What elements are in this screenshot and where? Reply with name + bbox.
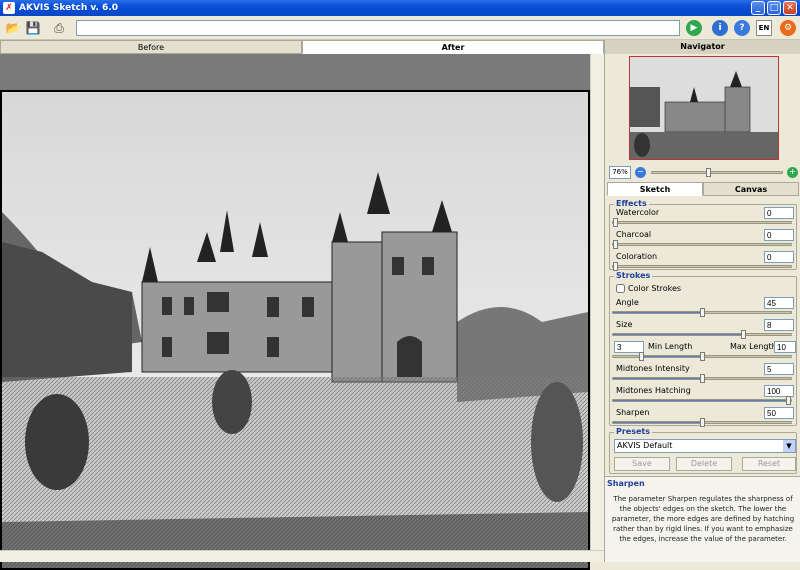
- strokes-group: Strokes Color Strokes Angle Size Min Len…: [609, 271, 797, 427]
- horizontal-scrollbar[interactable]: [0, 550, 604, 562]
- strokes-title: Strokes: [614, 271, 653, 280]
- zoom-slider[interactable]: [651, 168, 783, 177]
- param-label: Charcoal: [616, 230, 652, 239]
- size-label: Size: [616, 320, 633, 329]
- presets-select[interactable]: AKVIS Default ▼: [614, 439, 796, 453]
- minimize-button[interactable]: _: [751, 1, 765, 15]
- min-length-thumb[interactable]: [639, 352, 645, 361]
- image-canvas[interactable]: [0, 54, 604, 570]
- charcoal-input[interactable]: [764, 229, 794, 241]
- midtones-intensity-label: Midtones Intensity: [616, 364, 690, 373]
- navigator-thumbnail[interactable]: [629, 56, 779, 160]
- angle-input[interactable]: [764, 297, 794, 309]
- param-row-watercolor: Watercolor: [614, 207, 796, 219]
- size-row: Size: [614, 319, 796, 331]
- maximize-button[interactable]: □: [767, 1, 781, 15]
- color-strokes-row: Color Strokes: [614, 283, 796, 295]
- zoom-out-icon[interactable]: −: [635, 167, 646, 178]
- reset-preset-button[interactable]: Reset: [742, 457, 796, 471]
- preferences-icon[interactable]: ⚙: [780, 20, 796, 36]
- sketch-image: [0, 90, 590, 570]
- view-tabs: Before After: [0, 40, 604, 54]
- color-strokes-checkbox[interactable]: [616, 284, 625, 293]
- language-button[interactable]: EN: [756, 20, 772, 36]
- zoom-in-icon[interactable]: +: [787, 167, 798, 178]
- run-button[interactable]: ▶: [686, 20, 702, 36]
- watercolor-slider[interactable]: [612, 218, 792, 227]
- panel-tabs: Sketch Canvas: [607, 182, 799, 196]
- zoom-slider-thumb[interactable]: [705, 168, 711, 177]
- info-icon[interactable]: i: [712, 20, 728, 36]
- midtones-intensity-slider[interactable]: [612, 374, 792, 383]
- settings-panel: Navigator 76% − + Sketch Canvas Effects …: [604, 40, 800, 562]
- angle-label: Angle: [616, 298, 639, 307]
- open-file-icon[interactable]: 📂: [4, 19, 22, 37]
- window-title: AKVIS Sketch v. 6.0: [19, 3, 119, 13]
- angle-slider[interactable]: [612, 308, 792, 317]
- zoom-row: 76% − +: [607, 166, 799, 180]
- size-slider[interactable]: [612, 330, 792, 339]
- length-range-slider[interactable]: [612, 352, 792, 361]
- sharpen-slider[interactable]: [612, 418, 792, 427]
- file-path-input[interactable]: [76, 20, 680, 36]
- charcoal-slider[interactable]: [612, 240, 792, 249]
- presets-group: Presets AKVIS Default ▼ Save Delete Rese…: [609, 427, 797, 474]
- coloration-input[interactable]: [764, 251, 794, 263]
- help-panel: Sharpen The parameter Sharpen regulates …: [605, 476, 800, 562]
- app-logo-icon: ✗: [3, 2, 15, 14]
- tab-before[interactable]: Before: [0, 40, 302, 54]
- close-button[interactable]: ✕: [783, 1, 797, 15]
- size-input[interactable]: [764, 319, 794, 331]
- zoom-value[interactable]: 76%: [609, 166, 631, 179]
- chevron-down-icon[interactable]: ▼: [783, 440, 795, 452]
- watercolor-input[interactable]: [764, 207, 794, 219]
- save-file-icon[interactable]: 💾: [24, 19, 42, 37]
- coloration-slider[interactable]: [612, 262, 792, 271]
- delete-preset-button[interactable]: Delete: [676, 457, 732, 471]
- sharpen-input[interactable]: [764, 407, 794, 419]
- tab-after[interactable]: After: [302, 40, 604, 54]
- tab-sketch[interactable]: Sketch: [607, 182, 703, 196]
- midtones-hatching-row: Midtones Hatching: [614, 385, 796, 397]
- max-length-label: Max Length: [730, 342, 777, 351]
- param-row-coloration: Coloration: [614, 251, 796, 263]
- toolbar: 📂 💾 ⎙ ▶ i ? EN ⚙: [0, 16, 800, 40]
- help-icon[interactable]: ?: [734, 20, 750, 36]
- presets-title: Presets: [614, 427, 653, 436]
- min-length-label: Min Length: [648, 342, 693, 351]
- presets-selected: AKVIS Default: [617, 441, 673, 450]
- print-icon[interactable]: ⎙: [50, 19, 68, 37]
- param-label: Watercolor: [616, 208, 660, 217]
- angle-row: Angle: [614, 297, 796, 309]
- sharpen-label: Sharpen: [616, 408, 650, 417]
- title-bar: ✗ AKVIS Sketch v. 6.0 _ □ ✕: [0, 0, 800, 16]
- save-preset-button[interactable]: Save: [614, 457, 670, 471]
- castle-sketch-icon: [2, 92, 588, 568]
- effects-group: Effects Watercolor Charcoal Coloration: [609, 199, 797, 271]
- navigator-preview-icon: [630, 57, 778, 159]
- vertical-scrollbar[interactable]: [590, 54, 604, 550]
- max-length-input[interactable]: [774, 341, 796, 353]
- midtones-intensity-row: Midtones Intensity: [614, 363, 796, 375]
- param-row-charcoal: Charcoal: [614, 229, 796, 241]
- midtones-hatching-label: Midtones Hatching: [616, 386, 691, 395]
- midtones-hatching-slider[interactable]: [612, 396, 792, 405]
- navigator-title: Navigator: [605, 40, 800, 54]
- tab-canvas[interactable]: Canvas: [703, 182, 799, 196]
- help-text: The parameter Sharpen regulates the shar…: [611, 495, 795, 543]
- midtones-intensity-input[interactable]: [764, 363, 794, 375]
- color-strokes-label: Color Strokes: [628, 284, 682, 293]
- help-title: Sharpen: [607, 479, 645, 488]
- sharpen-row: Sharpen: [614, 407, 796, 419]
- param-label: Coloration: [616, 252, 658, 261]
- max-length-thumb[interactable]: [700, 352, 705, 361]
